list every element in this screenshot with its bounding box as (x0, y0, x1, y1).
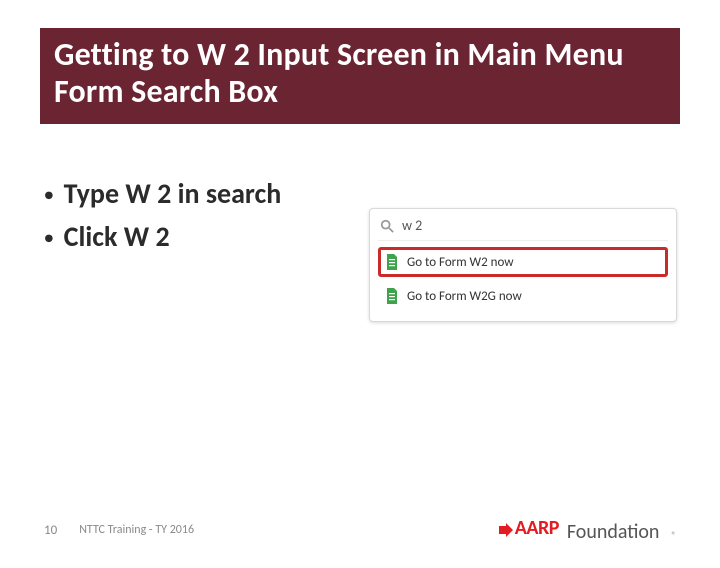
search-dropdown: Go to Form W2 now Go to Form W2G now (378, 247, 668, 311)
search-dropdown-widget: w 2 Go to Form W2 now (369, 208, 677, 322)
search-input-row[interactable]: w 2 (378, 217, 668, 241)
registered-mark: ® (671, 530, 676, 541)
slide-title: Getting to W 2 Input Screen in Main Menu… (54, 37, 666, 111)
foundation-text: Foundation (567, 520, 660, 544)
slide-body: Type W 2 in search Click W 2 w 2 (44, 172, 676, 259)
form-icon (385, 288, 399, 304)
footer-left: 10 NTTC Training - TY 2016 (44, 523, 194, 538)
dropdown-item-label: Go to Form W2G now (407, 289, 522, 304)
search-input-value: w 2 (402, 217, 422, 234)
page-number: 10 (44, 523, 57, 538)
title-bar: Getting to W 2 Input Screen in Main Menu… (40, 28, 680, 124)
dropdown-item-w2[interactable]: Go to Form W2 now (378, 247, 668, 277)
slide: Getting to W 2 Input Screen in Main Menu… (0, 28, 720, 568)
dropdown-item-w2g[interactable]: Go to Form W2G now (378, 281, 668, 311)
aarp-text: AARP (515, 516, 559, 540)
footer-text: NTTC Training - TY 2016 (79, 523, 194, 537)
dropdown-item-label: Go to Form W2 now (407, 255, 514, 270)
aarp-logo: AARP (498, 516, 559, 540)
search-icon (380, 219, 394, 233)
form-icon (385, 254, 399, 270)
arrow-icon (498, 520, 514, 536)
